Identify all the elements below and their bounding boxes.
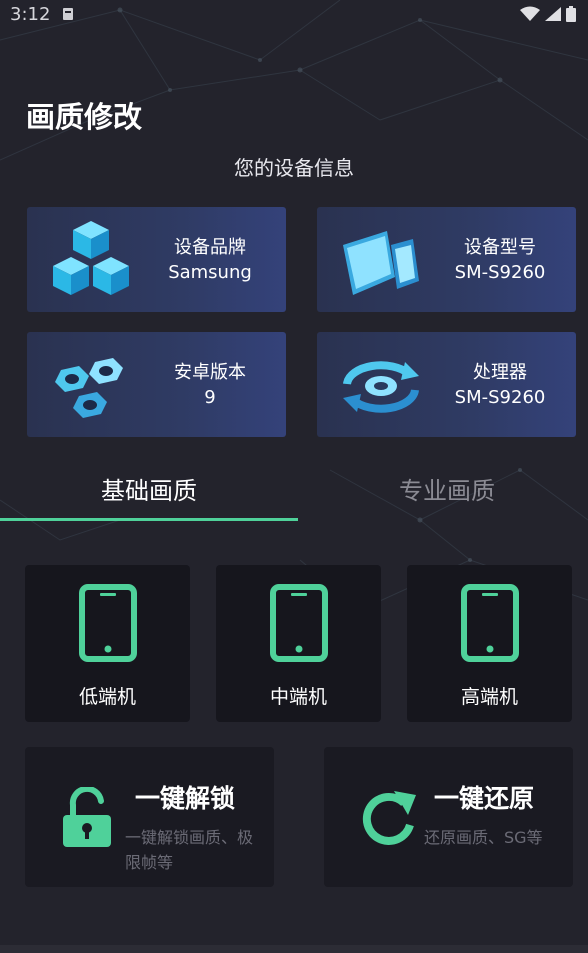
unlock-title: 一键解锁 [135,784,236,813]
processor-value: SM-S9260 [454,386,546,408]
unlock-description: 一键解锁画质、极限帧等 [125,828,254,872]
one-click-unlock-button[interactable]: 一键解锁 一键解锁画质、极限帧等 [25,747,274,887]
restore-title: 一键还原 [434,784,535,813]
device-model-value: SM-S9260 [454,261,546,283]
restore-icon [358,787,418,849]
preset-high-end-label: 高端机 [460,686,518,708]
status-time: 3:12 [10,3,51,25]
device-info-title: 您的设备信息 [234,156,354,180]
page-title: 画质修改 [26,100,143,134]
phone-icon [269,583,329,663]
device-model-card: 设备型号 SM-S9260 [317,207,576,312]
device-brand-label: 设备品牌 [174,236,246,258]
processor-label: 处理器 [473,361,527,383]
signal-icon [545,7,561,21]
battery-icon [566,6,576,22]
cubes-icon [45,215,137,305]
status-bar: 3:12 [0,0,588,28]
wifi-icon [520,6,540,21]
preset-mid-end-label: 中端机 [269,686,327,708]
restore-description: 还原画质、SG等 [424,828,543,847]
notification-icon [63,8,74,20]
refresh-chip-icon [335,340,427,430]
quality-tabs: 基础画质 专业画质 [0,458,588,524]
device-brand-value: Samsung [168,261,252,283]
tab-basic-quality[interactable]: 基础画质 [0,458,298,518]
android-version-value: 9 [204,386,216,408]
nuts-icon [45,340,137,430]
android-version-card: 安卓版本 9 [27,332,286,437]
devices-icon [335,215,427,305]
bottom-bar [0,945,588,953]
tab-indicator [0,518,298,521]
tab-pro-quality[interactable]: 专业画质 [298,458,588,518]
processor-card: 处理器 SM-S9260 [317,332,576,437]
device-brand-card: 设备品牌 Samsung [27,207,286,312]
phone-icon [460,583,520,663]
preset-low-end-label: 低端机 [78,686,136,708]
android-version-label: 安卓版本 [174,361,246,383]
unlock-icon [59,785,119,849]
one-click-restore-button[interactable]: 一键还原 还原画质、SG等 [324,747,573,887]
phone-icon [78,583,138,663]
device-model-label: 设备型号 [464,236,536,258]
